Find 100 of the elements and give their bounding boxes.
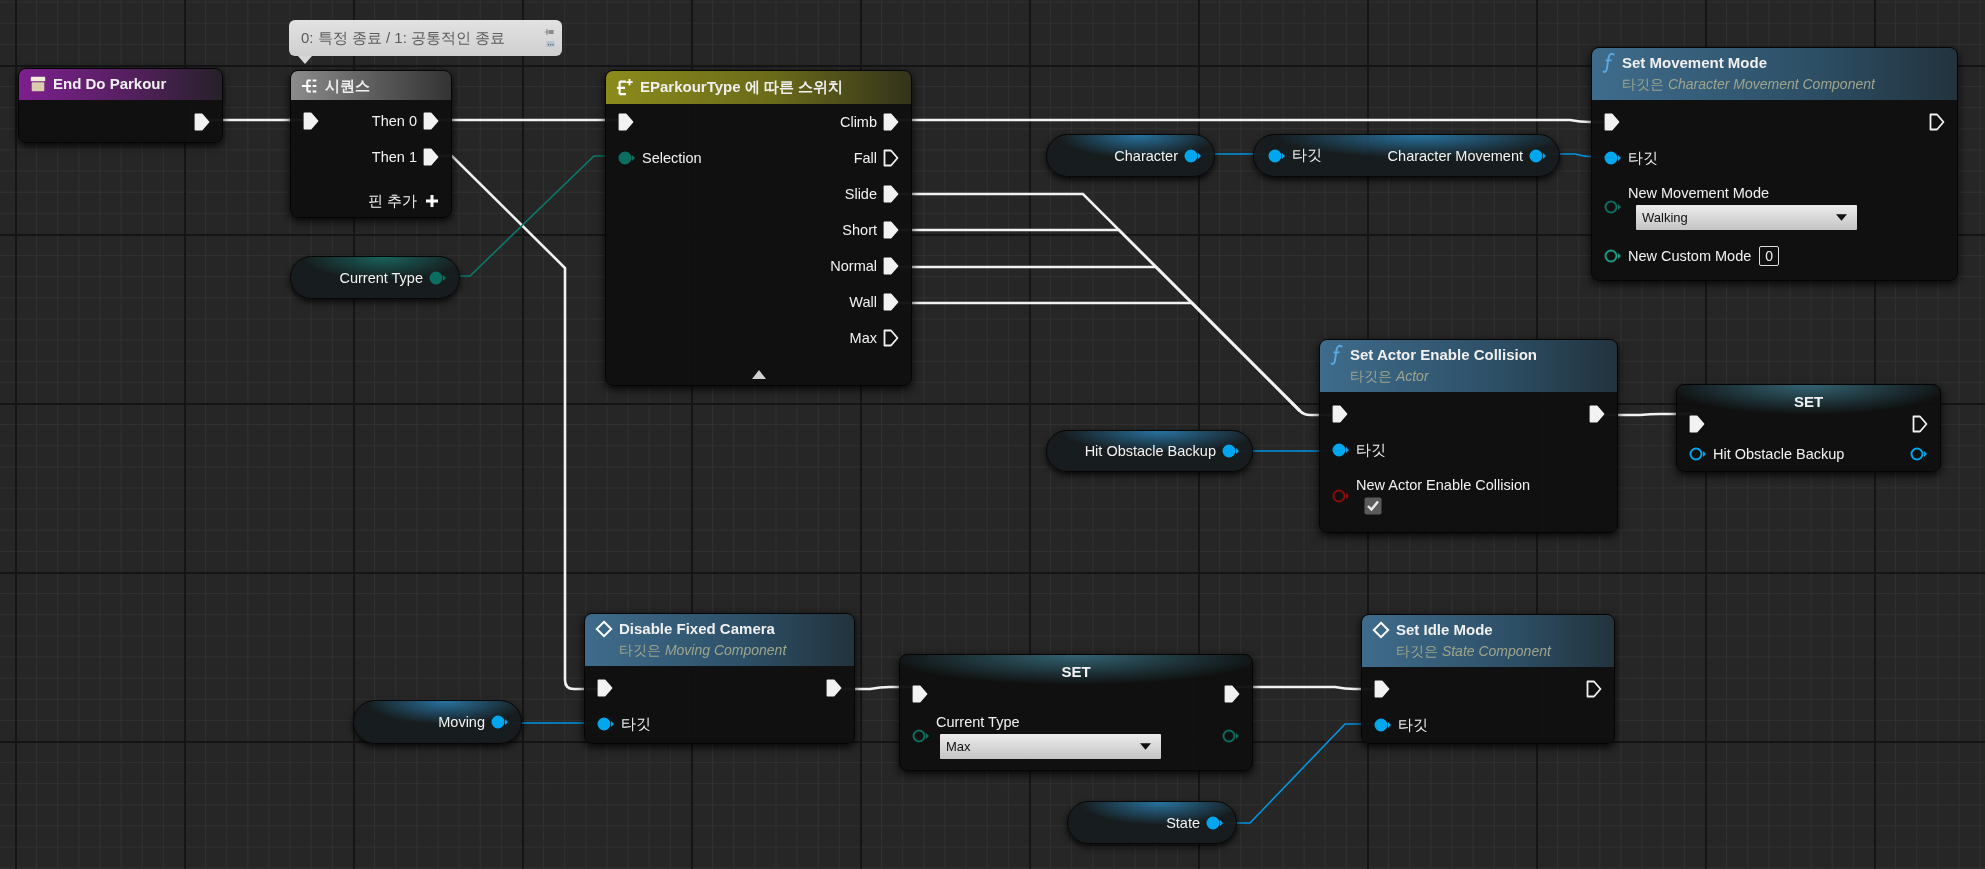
caret-icon <box>1140 742 1151 750</box>
pin-label: 타깃 <box>1356 440 1386 460</box>
pin-label: Current Type <box>936 713 1020 730</box>
pin-label: Selection <box>642 150 702 166</box>
variable-node[interactable]: Moving <box>353 700 522 744</box>
variable-node[interactable]: Character <box>1046 134 1215 177</box>
graph-node[interactable]: EParkourType 에 따른 스위치 Climb Selection Fall Slide Short Normal Wall Max <box>605 70 912 386</box>
node-subtitle: 타깃은 Character Movement Component <box>1622 75 1875 94</box>
variable-name: State <box>1166 814 1200 831</box>
node-title: EParkourType 에 따른 스위치 <box>640 77 844 97</box>
pin-label: Short <box>842 222 877 238</box>
exec-pin[interactable] <box>194 113 210 131</box>
node-title: 시퀀스 <box>325 76 370 96</box>
data-pin[interactable] <box>1374 718 1392 732</box>
pin-label: 타깃 <box>1628 148 1658 168</box>
node-subtitle: 타깃은 Moving Component <box>619 641 787 660</box>
sequence-icon <box>301 77 319 95</box>
variable-name: Character <box>1114 147 1178 164</box>
node-title: Disable Fixed Camera <box>619 619 776 639</box>
variable-node[interactable]: Current Type <box>290 256 460 299</box>
data-pin[interactable] <box>1268 148 1286 163</box>
data-pin[interactable] <box>1222 444 1240 458</box>
data-pin[interactable] <box>1689 447 1707 461</box>
node-subtitle: 타깃은 Actor <box>1350 367 1430 386</box>
diamond-icon <box>595 620 613 638</box>
caret-icon <box>1836 213 1847 221</box>
collapse-arrow-icon[interactable] <box>751 370 766 379</box>
pin-label: Character Movement <box>1387 147 1523 164</box>
data-pin[interactable] <box>1910 447 1928 461</box>
function-icon <box>1602 52 1616 74</box>
data-pin[interactable] <box>1206 815 1224 830</box>
pin-label: 타깃 <box>1398 715 1428 735</box>
data-pin[interactable] <box>1332 443 1350 457</box>
exec-pin[interactable] <box>1374 680 1390 698</box>
exec-pin[interactable] <box>1604 113 1620 131</box>
dropdown[interactable]: Max <box>940 733 1161 759</box>
graph-node[interactable]: 시퀀스 Then 0 Then 1 핀 추가 <box>290 70 452 218</box>
pin-label: Normal <box>830 258 877 274</box>
exec-pin[interactable] <box>1224 685 1240 703</box>
exec-pin[interactable] <box>883 293 899 311</box>
diamond-icon <box>1372 621 1390 639</box>
node-title: Set Idle Mode <box>1396 620 1494 640</box>
exec-pin[interactable] <box>1586 680 1602 698</box>
getter-node[interactable]: 타깃 Character Movement <box>1253 134 1560 177</box>
data-pin[interactable] <box>912 729 930 743</box>
exec-pin[interactable] <box>883 149 899 167</box>
exec-pin[interactable] <box>1332 405 1348 423</box>
variable-name: Hit Obstacle Backup <box>1084 443 1216 459</box>
node-title: SET <box>1061 662 1091 682</box>
exec-pin[interactable] <box>883 185 899 203</box>
exec-pin[interactable] <box>912 685 928 703</box>
data-pin[interactable] <box>1222 729 1240 743</box>
exec-pin[interactable] <box>423 112 439 130</box>
exec-pin[interactable] <box>423 148 439 166</box>
graph-node[interactable]: Set Movement Mode 타깃은 Character Movement Component 타깃 New Movement Mode Walking New Custom Mode 0 <box>1591 47 1958 281</box>
node-subtitle: 타깃은 State Component <box>1396 642 1551 661</box>
number-field[interactable]: 0 <box>1759 246 1780 266</box>
exec-pin[interactable] <box>883 113 899 131</box>
exec-pin[interactable] <box>303 112 319 130</box>
dropdown[interactable]: Walking <box>1636 204 1857 230</box>
plus-icon <box>425 194 439 208</box>
function-icon <box>1330 344 1344 366</box>
graph-node[interactable]: SET Current Type Max <box>899 654 1253 771</box>
data-pin[interactable] <box>1529 148 1547 163</box>
exec-pin[interactable] <box>1589 405 1605 423</box>
data-pin[interactable] <box>597 717 615 731</box>
node-title: Set Movement Mode <box>1622 53 1769 73</box>
exec-pin[interactable] <box>883 329 899 347</box>
pin-label: Fall <box>853 150 877 166</box>
variable-name: Current Type <box>339 269 423 286</box>
pin-label: Max <box>849 330 877 346</box>
data-pin[interactable] <box>1604 151 1622 165</box>
exec-pin[interactable] <box>1689 415 1705 433</box>
data-pin[interactable] <box>491 715 509 729</box>
pin-label: Slide <box>844 186 877 202</box>
exec-pin[interactable] <box>826 679 842 697</box>
exec-pin[interactable] <box>1912 415 1928 433</box>
exec-pin[interactable] <box>618 113 634 131</box>
graph-node[interactable]: End Do Parkour <box>18 68 223 143</box>
checkbox[interactable] <box>1364 497 1382 515</box>
exec-pin[interactable] <box>883 257 899 275</box>
graph-node[interactable]: SET Hit Obstacle Backup <box>1676 384 1941 472</box>
comment-text: 0: 특정 종료 / 1: 공통적인 종료 <box>301 28 507 48</box>
graph-node[interactable]: Disable Fixed Camera 타깃은 Moving Component 타깃 <box>584 613 855 744</box>
variable-node[interactable]: State <box>1067 801 1237 844</box>
pin-label: Hit Obstacle Backup <box>1713 446 1845 462</box>
data-pin[interactable] <box>1604 249 1622 263</box>
exec-pin[interactable] <box>1929 113 1945 131</box>
pin-label: New Custom Mode <box>1628 248 1752 264</box>
data-pin[interactable] <box>1184 148 1202 163</box>
variable-node[interactable]: Hit Obstacle Backup <box>1046 430 1253 472</box>
data-pin[interactable] <box>618 151 636 165</box>
exec-pin[interactable] <box>597 679 613 697</box>
exec-pin[interactable] <box>883 221 899 239</box>
event-icon <box>29 75 47 93</box>
add-pin-button[interactable]: 핀 추가 <box>367 191 439 211</box>
graph-node[interactable]: Set Actor Enable Collision 타깃은 Actor 타깃 New Actor Enable Collision <box>1319 339 1618 533</box>
graph-node[interactable]: Set Idle Mode 타깃은 State Component 타깃 <box>1361 614 1615 744</box>
data-pin[interactable] <box>1604 200 1622 214</box>
pin-label: Then 0 <box>371 113 417 129</box>
